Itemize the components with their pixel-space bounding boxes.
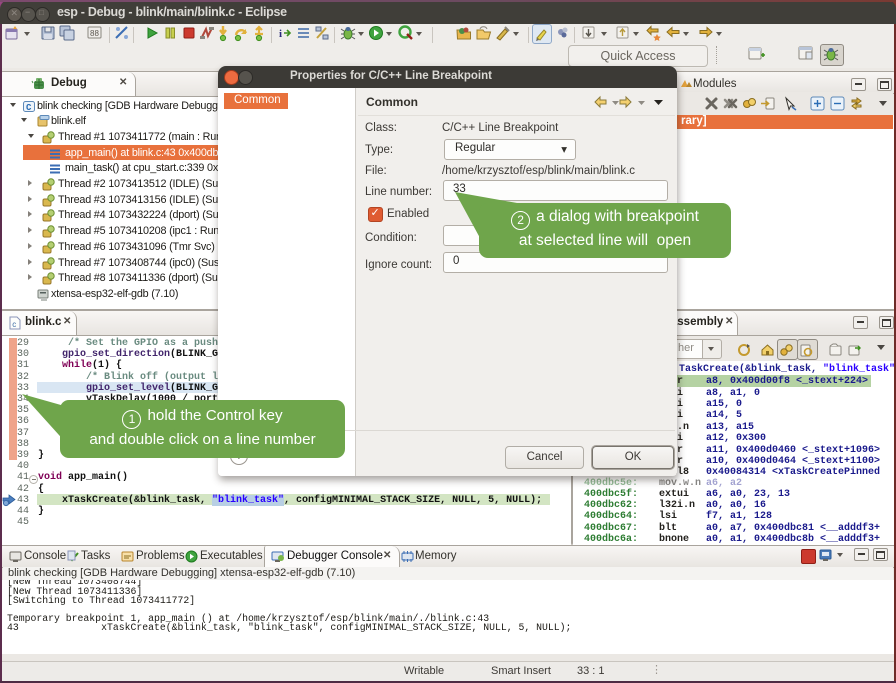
svg-text:C: C [26, 103, 32, 113]
svg-text:i: i [279, 28, 282, 40]
svg-text:88: 88 [90, 29, 99, 38]
svg-text:c: c [12, 320, 16, 329]
